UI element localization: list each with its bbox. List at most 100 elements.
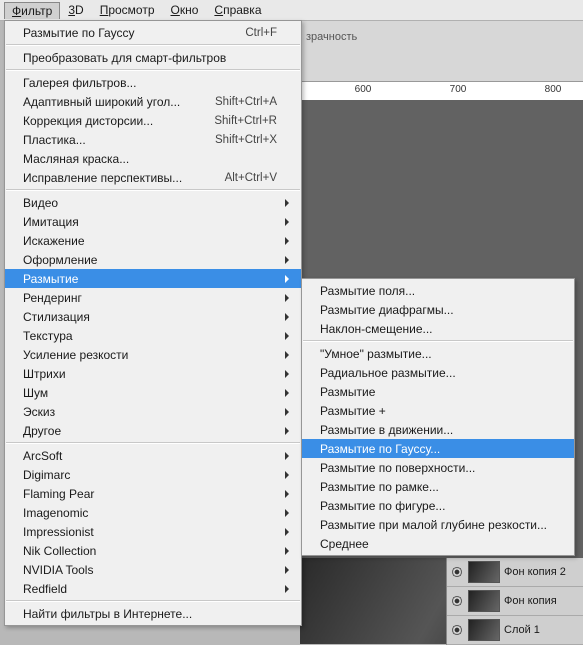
menubar-item-окно[interactable]: Окно xyxy=(163,1,207,19)
layer-thumbnail[interactable] xyxy=(468,561,500,583)
menu-item-label: Размытие в движении... xyxy=(320,423,550,437)
menu-item-label: NVIDIA Tools xyxy=(23,563,277,577)
visibility-eye-icon[interactable] xyxy=(450,565,464,579)
menu-item-label: Размытие по поверхности... xyxy=(320,461,550,475)
blur-submenu-item[interactable]: Размытие поля... xyxy=(302,281,574,300)
filter-menu-item[interactable]: Усиление резкости xyxy=(5,345,301,364)
blur-submenu-item[interactable]: Размытие xyxy=(302,382,574,401)
filter-menu-item[interactable]: Коррекция дисторсии...Shift+Ctrl+R xyxy=(5,111,301,130)
menu-item-label: Digimarc xyxy=(23,468,277,482)
menu-item-label: Радиальное размытие... xyxy=(320,366,550,380)
filter-menu-item[interactable]: ArcSoft xyxy=(5,446,301,465)
filter-menu-item[interactable]: Nik Collection xyxy=(5,541,301,560)
menu-item-label: Размытие диафрагмы... xyxy=(320,303,550,317)
menu-item-label: Размытие по Гауссу... xyxy=(320,442,550,456)
blur-submenu-item[interactable]: Размытие по поверхности... xyxy=(302,458,574,477)
menu-separator xyxy=(6,69,300,71)
menu-item-label: Размытие xyxy=(23,272,277,286)
layer-thumbnail[interactable] xyxy=(468,619,500,641)
menu-item-shortcut: Shift+Ctrl+A xyxy=(215,96,277,108)
menu-item-label: Эскиз xyxy=(23,405,277,419)
filter-menu-item[interactable]: Адаптивный широкий угол...Shift+Ctrl+A xyxy=(5,92,301,111)
blur-submenu-item[interactable]: Размытие по Гауссу... xyxy=(302,439,574,458)
filter-menu-item[interactable]: Flaming Pear xyxy=(5,484,301,503)
filter-menu-item[interactable]: Исправление перспективы...Alt+Ctrl+V xyxy=(5,168,301,187)
blur-submenu-item[interactable]: Размытие по рамке... xyxy=(302,477,574,496)
filter-menu-item[interactable]: Найти фильтры в Интернете... xyxy=(5,604,301,623)
menu-item-label: Flaming Pear xyxy=(23,487,277,501)
blur-submenu-item[interactable]: Среднее xyxy=(302,534,574,553)
menu-item-label: Преобразовать для смарт-фильтров xyxy=(23,51,277,65)
filter-menu-item[interactable]: Оформление xyxy=(5,250,301,269)
menu-item-label: Imagenomic xyxy=(23,506,277,520)
menu-item-label: Искажение xyxy=(23,234,277,248)
layer-name[interactable]: Слой 1 xyxy=(504,624,540,636)
menu-item-label: Размытие + xyxy=(320,404,550,418)
filter-menu-item[interactable]: Искажение xyxy=(5,231,301,250)
layer-name[interactable]: Фон копия 2 xyxy=(504,566,566,578)
filter-menu-item[interactable]: Размытие по ГауссуCtrl+F xyxy=(5,23,301,42)
filter-menu-item[interactable]: Преобразовать для смарт-фильтров xyxy=(5,48,301,67)
filter-menu-item[interactable]: NVIDIA Tools xyxy=(5,560,301,579)
menubar-item-справка[interactable]: Справка xyxy=(206,1,269,19)
menu-item-label: Видео xyxy=(23,196,277,210)
menu-item-label: Рендеринг xyxy=(23,291,277,305)
menu-item-label: Текстура xyxy=(23,329,277,343)
filter-menu-item[interactable]: Шум xyxy=(5,383,301,402)
menu-item-label: Усиление резкости xyxy=(23,348,277,362)
menubar: Фильтр3DПросмотрОкноСправка xyxy=(0,0,583,21)
filter-menu-item[interactable]: Видео xyxy=(5,193,301,212)
menu-item-label: ArcSoft xyxy=(23,449,277,463)
visibility-eye-icon[interactable] xyxy=(450,623,464,637)
menu-item-label: Шум xyxy=(23,386,277,400)
filter-menu-item[interactable]: Эскиз xyxy=(5,402,301,421)
blur-submenu-item[interactable]: Размытие + xyxy=(302,401,574,420)
menu-item-label: Размытие по фигуре... xyxy=(320,499,550,513)
blur-submenu-item[interactable]: Размытие по фигуре... xyxy=(302,496,574,515)
filter-menu-item[interactable]: Imagenomic xyxy=(5,503,301,522)
menubar-item-просмотр[interactable]: Просмотр xyxy=(92,1,163,19)
menu-item-label: Пластика... xyxy=(23,133,203,147)
filter-menu-item[interactable]: Текстура xyxy=(5,326,301,345)
menubar-item-3d[interactable]: 3D xyxy=(60,1,91,19)
filter-menu-item[interactable]: Размытие xyxy=(5,269,301,288)
menu-item-label: Галерея фильтров... xyxy=(23,76,277,90)
layer-thumbnail[interactable] xyxy=(468,590,500,612)
menu-separator xyxy=(6,442,300,444)
filter-menu-item[interactable]: Другое xyxy=(5,421,301,440)
blur-submenu-item[interactable]: Размытие диафрагмы... xyxy=(302,300,574,319)
menu-item-label: Размытие по рамке... xyxy=(320,480,550,494)
menu-item-label: Размытие поля... xyxy=(320,284,550,298)
filter-menu-item[interactable]: Redfield xyxy=(5,579,301,598)
menu-separator xyxy=(6,600,300,602)
filter-menu-item[interactable]: Имитация xyxy=(5,212,301,231)
menu-separator xyxy=(6,189,300,191)
layer-name[interactable]: Фон копия xyxy=(504,595,557,607)
filter-menu-item[interactable]: Галерея фильтров... xyxy=(5,73,301,92)
filter-menu-item[interactable]: Штрихи xyxy=(5,364,301,383)
blur-submenu-item[interactable]: Размытие в движении... xyxy=(302,420,574,439)
layer-row[interactable]: Фон копия 2 xyxy=(447,558,583,587)
filter-menu-item[interactable]: Digimarc xyxy=(5,465,301,484)
blur-submenu[interactable]: Размытие поля... Размытие диафрагмы... Нак… xyxy=(301,278,575,556)
filter-menu-item[interactable]: Impressionist xyxy=(5,522,301,541)
layer-row[interactable]: Фон копия xyxy=(447,587,583,616)
menubar-item-фильтр[interactable]: Фильтр xyxy=(4,2,60,19)
filter-menu-item[interactable]: Рендеринг xyxy=(5,288,301,307)
layers-panel[interactable]: Фон копия 2 Фон копия Слой 1 xyxy=(446,558,583,645)
blur-submenu-item[interactable]: Наклон-смещение... xyxy=(302,319,574,338)
blur-submenu-item[interactable]: Радиальное размытие... xyxy=(302,363,574,382)
layer-row[interactable]: Слой 1 xyxy=(447,616,583,645)
filter-menu[interactable]: Размытие по ГауссуCtrl+F Преобразовать дл… xyxy=(4,20,302,626)
filter-menu-item[interactable]: Стилизация xyxy=(5,307,301,326)
ruler-tick: 600 xyxy=(355,84,372,95)
opacity-label: зрачность xyxy=(306,31,357,43)
menu-item-label: Размытие при малой глубине резкости... xyxy=(320,518,550,532)
blur-submenu-item[interactable]: "Умное" размытие... xyxy=(302,344,574,363)
menu-item-label: Оформление xyxy=(23,253,277,267)
menu-item-label: Наклон-смещение... xyxy=(320,322,550,336)
filter-menu-item[interactable]: Масляная краска... xyxy=(5,149,301,168)
visibility-eye-icon[interactable] xyxy=(450,594,464,608)
filter-menu-item[interactable]: Пластика...Shift+Ctrl+X xyxy=(5,130,301,149)
blur-submenu-item[interactable]: Размытие при малой глубине резкости... xyxy=(302,515,574,534)
